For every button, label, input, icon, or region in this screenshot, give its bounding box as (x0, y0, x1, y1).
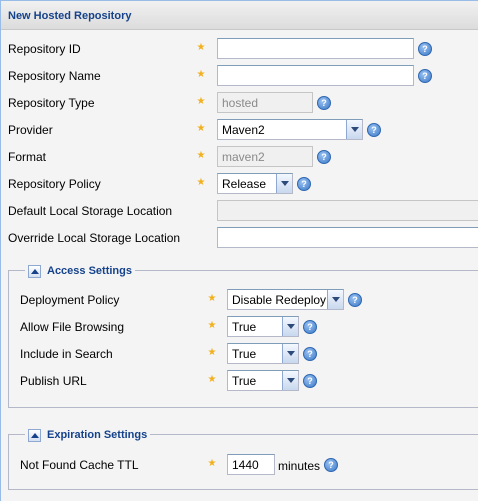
expiration-settings-legend: Expiration Settings (25, 427, 151, 443)
publish-url-value: True (232, 374, 257, 388)
collapse-icon[interactable] (28, 428, 41, 442)
chevron-down-icon[interactable] (282, 371, 298, 390)
deployment-policy-value: Disable Redeploy (232, 293, 327, 307)
include-in-search-label: Include in Search (20, 347, 113, 361)
allow-file-browsing-select[interactable]: True (227, 316, 299, 337)
deployment-policy-label: Deployment Policy (20, 293, 120, 307)
deployment-policy-select[interactable]: Disable Redeploy (227, 289, 344, 310)
required-star-icon: ★ (207, 293, 217, 304)
chevron-down-icon[interactable] (282, 344, 298, 363)
repository-name-label: Repository Name (8, 69, 101, 83)
repository-type-input: hosted (217, 92, 313, 113)
repository-id-input[interactable] (217, 38, 414, 59)
allow-file-browsing-value: True (232, 320, 257, 334)
panel-header: New Hosted Repository (1, 1, 478, 30)
include-in-search-value: True (232, 347, 257, 361)
help-icon[interactable]: ? (418, 69, 432, 83)
new-hosted-repository-panel: New Hosted Repository Repository ID ★ ? … (0, 0, 478, 501)
format-label: Format (8, 150, 47, 164)
repository-policy-label: Repository Policy (8, 177, 101, 191)
help-icon[interactable]: ? (324, 458, 338, 472)
required-star-icon: ★ (196, 123, 206, 134)
override-local-storage-label: Override Local Storage Location (8, 231, 181, 245)
minutes-unit-label: minutes (278, 459, 321, 473)
help-icon[interactable]: ? (367, 123, 381, 137)
repository-name-input[interactable] (217, 65, 414, 86)
collapse-icon[interactable] (28, 264, 41, 278)
chevron-down-icon[interactable] (282, 317, 298, 336)
help-icon[interactable]: ? (317, 96, 331, 110)
chevron-down-icon[interactable] (327, 290, 343, 309)
panel-title: New Hosted Repository (8, 10, 132, 22)
access-settings-title: Access Settings (47, 265, 132, 277)
format-input: maven2 (217, 146, 313, 167)
repository-policy-select[interactable]: Release (217, 173, 293, 194)
publish-url-select[interactable]: True (227, 370, 299, 391)
provider-value: Maven2 (222, 123, 265, 137)
help-icon[interactable]: ? (317, 150, 331, 164)
required-star-icon: ★ (207, 347, 217, 358)
required-star-icon: ★ (207, 458, 217, 469)
not-found-cache-ttl-input[interactable]: 1440 (227, 454, 275, 475)
required-star-icon: ★ (207, 320, 217, 331)
default-local-storage-input (217, 200, 478, 221)
chevron-down-icon[interactable] (346, 120, 362, 139)
expiration-settings-title: Expiration Settings (47, 429, 148, 441)
required-star-icon: ★ (196, 42, 206, 53)
default-local-storage-label: Default Local Storage Location (8, 204, 173, 218)
repository-id-label: Repository ID (8, 42, 81, 56)
chevron-down-icon[interactable] (276, 174, 292, 193)
help-icon[interactable]: ? (418, 42, 432, 56)
help-icon[interactable]: ? (303, 320, 317, 334)
required-star-icon: ★ (196, 150, 206, 161)
provider-label: Provider (8, 123, 53, 137)
include-in-search-select[interactable]: True (227, 343, 299, 364)
not-found-cache-ttl-label: Not Found Cache TTL (20, 458, 139, 472)
required-star-icon: ★ (196, 69, 206, 80)
help-icon[interactable]: ? (297, 177, 311, 191)
required-star-icon: ★ (207, 374, 217, 385)
publish-url-label: Publish URL (20, 374, 87, 388)
help-icon[interactable]: ? (303, 374, 317, 388)
access-settings-legend: Access Settings (25, 263, 135, 279)
provider-select[interactable]: Maven2 (217, 119, 363, 140)
repository-policy-value: Release (222, 177, 267, 191)
allow-file-browsing-label: Allow File Browsing (20, 320, 125, 334)
help-icon[interactable]: ? (348, 293, 362, 307)
required-star-icon: ★ (196, 96, 206, 107)
help-icon[interactable]: ? (303, 347, 317, 361)
required-star-icon: ★ (196, 177, 206, 188)
repository-type-label: Repository Type (8, 96, 95, 110)
override-local-storage-input[interactable] (217, 227, 478, 248)
